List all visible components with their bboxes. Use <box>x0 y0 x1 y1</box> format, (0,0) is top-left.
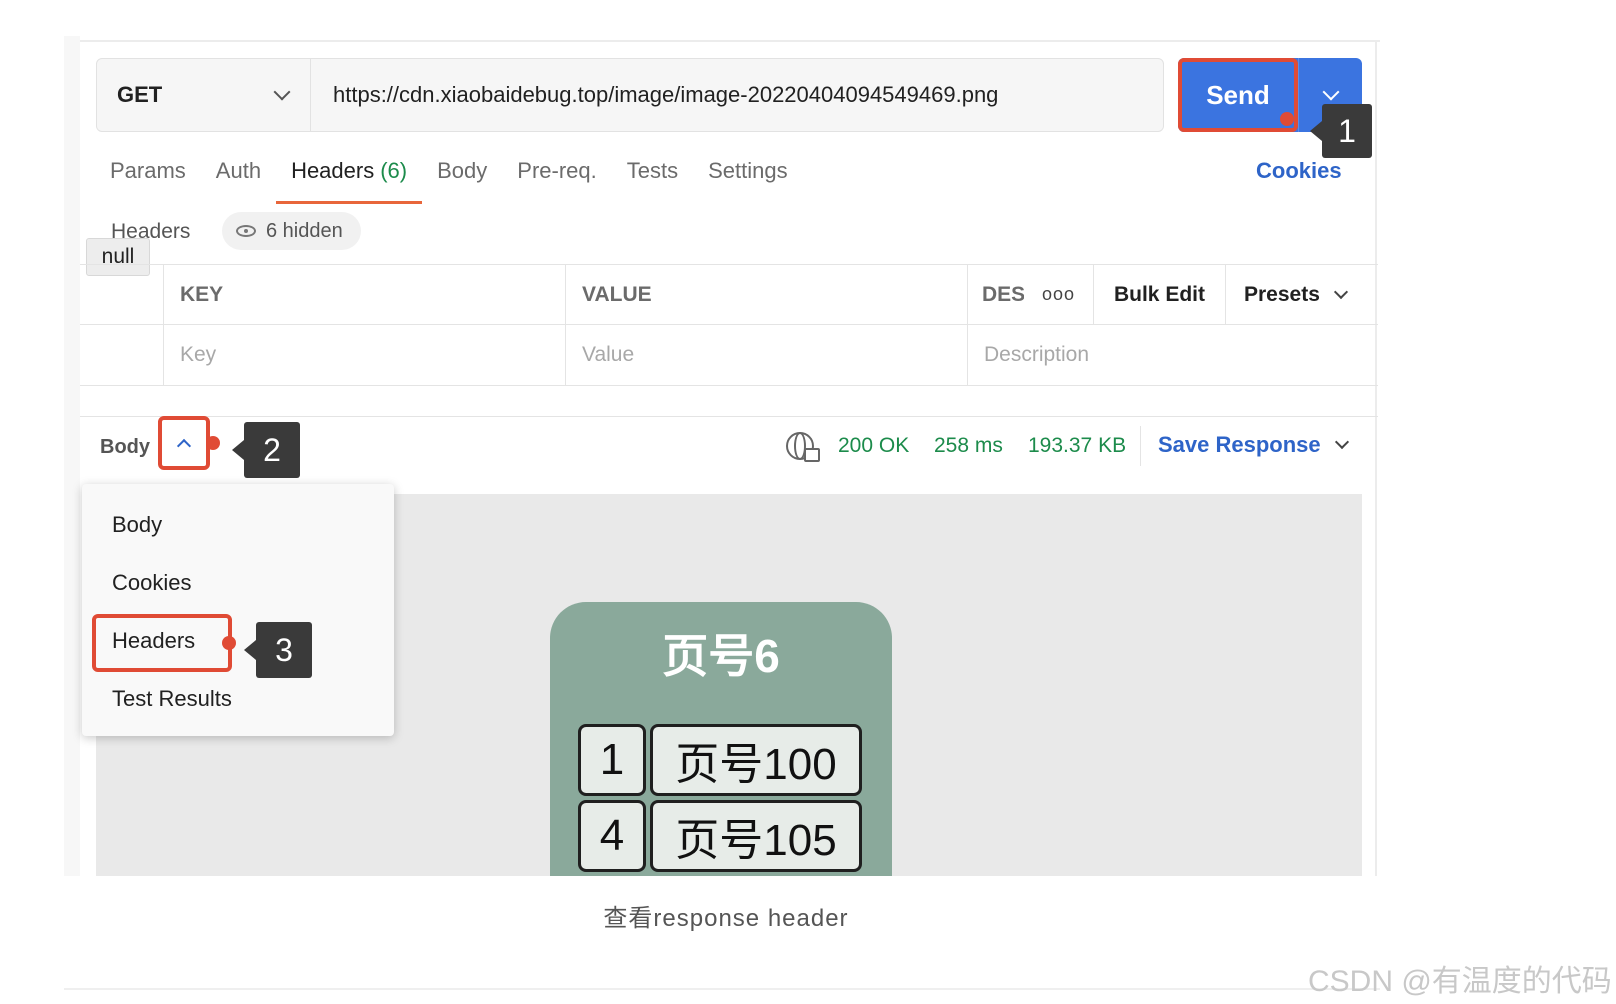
tab-label: Tests <box>626 158 679 183</box>
divider <box>64 988 1380 990</box>
method-label: GET <box>117 82 163 107</box>
tab-label: Body <box>437 158 488 183</box>
tab-headers[interactable]: Headers (6) <box>276 158 423 204</box>
checkbox-column <box>80 325 164 385</box>
preview-image-title: 页号6 <box>662 630 780 682</box>
tab-label: Params <box>110 158 186 183</box>
chevron-down-icon <box>1334 434 1349 450</box>
callout-3: 3 <box>244 622 312 678</box>
eye-icon <box>236 225 256 237</box>
callout-number: 3 <box>275 631 293 668</box>
value-input[interactable]: Value <box>566 325 968 385</box>
callout-number: 1 <box>1338 112 1356 149</box>
url-input[interactable]: https://cdn.xiaobaidebug.top/image/image… <box>311 59 1163 131</box>
hidden-headers-toggle[interactable]: 6 hidden <box>222 212 361 250</box>
preview-image-table: 1 页号100 4 页号105 <box>578 724 862 872</box>
menu-item-body[interactable]: Body <box>112 512 162 538</box>
response-time: 258 ms <box>934 434 1003 457</box>
more-options-button[interactable]: ooo <box>1024 265 1094 324</box>
key-input[interactable]: Key <box>164 325 566 385</box>
column-header-description: DES <box>982 282 1024 306</box>
response-view-menu: Body Cookies Headers Test Results <box>82 484 394 736</box>
divider <box>1140 426 1141 466</box>
chevron-down-icon <box>1333 284 1348 299</box>
figure-caption: 查看response header <box>603 905 849 932</box>
preview-cell: 4 <box>578 800 646 872</box>
watermark: CSDN @有温度的代码 <box>1308 965 1612 998</box>
table-header-row: KEY VALUE DES ooo Bulk Edit Presets <box>80 265 1378 325</box>
page: GET https://cdn.xiaobaidebug.top/image/i… <box>0 0 1616 1004</box>
presets-label: Presets <box>1244 282 1320 306</box>
save-response-label: Save Response <box>1158 432 1321 457</box>
tab-tests[interactable]: Tests <box>612 158 693 204</box>
preview-image: 页号6 1 页号100 4 页号105 <box>550 602 892 876</box>
callout-1: 1 <box>1310 104 1372 158</box>
chevron-down-icon <box>1322 83 1339 101</box>
headers-table: KEY VALUE DES ooo Bulk Edit Presets Key … <box>80 264 1378 386</box>
tab-label: Pre-req. <box>517 158 597 183</box>
chevron-down-icon <box>273 83 291 101</box>
tab-label: Settings <box>708 158 788 183</box>
tab-pre-request[interactable]: Pre-req. <box>502 158 611 204</box>
hidden-count: 6 hidden <box>266 219 343 242</box>
tab-settings[interactable]: Settings <box>693 158 803 204</box>
request-tabs: Params Auth Headers (6) Body Pre-req. Tes… <box>110 158 803 204</box>
description-input[interactable]: Description <box>968 325 1378 385</box>
callout-dot <box>222 636 236 650</box>
method-select[interactable]: GET <box>97 59 311 131</box>
menu-item-test-results[interactable]: Test Results <box>112 686 232 712</box>
callout-dot <box>206 436 220 450</box>
cookies-link[interactable]: Cookies <box>1256 158 1342 184</box>
request-bar: GET https://cdn.xiaobaidebug.top/image/i… <box>96 58 1164 132</box>
tab-body[interactable]: Body <box>422 158 502 204</box>
checkbox-column <box>80 265 164 324</box>
column-header-value: VALUE <box>566 265 968 324</box>
highlight-box <box>92 614 232 672</box>
menu-item-cookies[interactable]: Cookies <box>112 570 191 596</box>
callout-dot <box>1280 112 1294 126</box>
column-header-key: KEY <box>164 265 566 324</box>
preview-cell: 页号100 <box>650 724 862 796</box>
status-code: 200 OK <box>838 434 910 457</box>
table-row: Key Value Description <box>80 325 1378 385</box>
divider <box>80 40 1380 42</box>
preview-cell: 1 <box>578 724 646 796</box>
preview-cell: 页号105 <box>650 800 862 872</box>
save-response-dropdown[interactable]: Save Response <box>1158 432 1349 458</box>
response-size: 193.37 KB <box>1028 434 1127 457</box>
tab-params[interactable]: Params <box>110 158 201 204</box>
callout-number: 2 <box>263 431 281 468</box>
tab-label: Headers <box>291 158 375 183</box>
tab-label: Auth <box>215 158 262 183</box>
globe-lock-icon[interactable] <box>786 432 820 462</box>
bulk-edit-button[interactable]: Bulk Edit <box>1094 265 1226 324</box>
presets-dropdown[interactable]: Presets <box>1226 265 1378 324</box>
response-view-label: Body <box>100 436 150 458</box>
callout-2: 2 <box>232 422 300 478</box>
chevron-up-icon <box>176 438 192 454</box>
response-view-toggle[interactable] <box>158 416 210 470</box>
tab-count: (6) <box>380 158 408 183</box>
tab-auth[interactable]: Auth <box>201 158 276 204</box>
